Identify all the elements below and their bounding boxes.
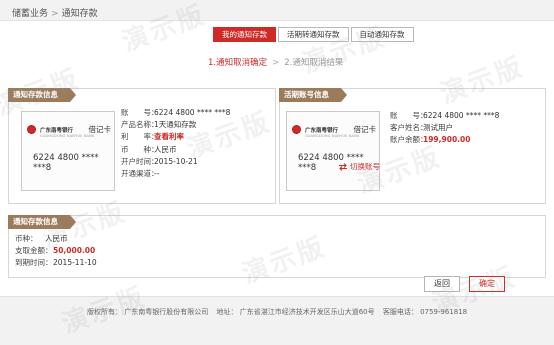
field-row: 产品名称： 1天通知存款 bbox=[121, 118, 230, 130]
field-row: 利 率： 查看利率 bbox=[121, 131, 230, 143]
tab-my-notice-deposit[interactable]: 我的通知存款 bbox=[213, 27, 276, 42]
footer-info: 版权所有： 广东南粤银行股份有限公司 地址： 广东省湛江市经济技术开发区乐山大道… bbox=[87, 307, 473, 317]
view-rate-link[interactable]: 查看利率 bbox=[154, 131, 184, 142]
switch-account-link[interactable]: 切换账号 bbox=[338, 161, 380, 172]
field-label: 币种： bbox=[15, 233, 38, 243]
deposit-info-title: 通知存款信息 bbox=[8, 88, 76, 102]
step-separator: > bbox=[272, 58, 280, 68]
top-bar: 储蓄业务 > 通知存款 bbox=[0, 0, 554, 21]
withdraw-amount-value: 50,000.00 bbox=[53, 245, 96, 255]
card-bank-en: GUANGDONG NANYUE BANK bbox=[40, 134, 95, 138]
field-value: -- bbox=[154, 169, 160, 179]
card-bank-en: GUANGDONG NANYUE BANK bbox=[305, 134, 360, 138]
demo-watermark: 演示版 bbox=[298, 21, 391, 80]
field-label: 币 种： bbox=[121, 144, 159, 154]
step-indicator: 1.通知取消确定 >2.通知取消结果 bbox=[208, 56, 343, 68]
field-row: 币种： 人民币 bbox=[15, 232, 97, 244]
breadcrumb: 储蓄业务 > 通知存款 bbox=[12, 6, 98, 19]
step-cancel-confirm: 1.通知取消确定 bbox=[208, 58, 268, 68]
field-row: 开户时间： 2015-10-21 bbox=[121, 155, 230, 167]
footer-address: 地址： 广东省湛江市经济技术开发区乐山大道60号 bbox=[216, 308, 375, 316]
card-number: 6224 4800 **** ***8 bbox=[33, 153, 99, 173]
tab-current-to-notice[interactable]: 活期转通知存款 bbox=[278, 27, 349, 42]
field-row: 账 号： 6224 4800 **** ***8 bbox=[121, 106, 230, 118]
balance-value: 199,900.00 bbox=[423, 135, 471, 145]
current-bank-card: 广东南粤银行 借记卡 GUANGDONG NANYUE BANK 6224 48… bbox=[286, 111, 380, 191]
switch-arrows-icon bbox=[339, 162, 347, 171]
deposit-bank-card: 广东南粤银行 借记卡 GUANGDONG NANYUE BANK 6224 48… bbox=[21, 111, 115, 191]
switch-account-label: 切换账号 bbox=[350, 162, 380, 171]
current-fields: 账 号： 6224 4800 **** ***8 客户姓名： 测试用户 账户余额： 1… bbox=[390, 109, 499, 146]
field-value: 人民币 bbox=[45, 233, 68, 243]
field-label: 支取金额： bbox=[15, 245, 53, 255]
bank-logo-icon bbox=[292, 125, 301, 134]
field-row: 币 种： 人民币 bbox=[121, 143, 230, 155]
field-label: 账户余额： bbox=[390, 135, 428, 145]
field-row: 账户余额： 199,900.00 bbox=[390, 134, 499, 146]
current-account-title: 活期账号信息 bbox=[279, 88, 347, 102]
footer-copyright: 版权所有： 广东南粤银行股份有限公司 bbox=[87, 308, 209, 316]
field-label: 开通渠道： bbox=[121, 169, 159, 179]
current-account-panel: 活期账号信息 广东南粤银行 借记卡 GUANGDONG NANYUE BANK … bbox=[279, 88, 546, 204]
withdraw-info-panel: 通知存款信息 币种： 人民币 支取金额： 50,000.00 到期时间： 2015-1… bbox=[8, 215, 546, 278]
field-value: 6224 4800 **** ***8 bbox=[154, 107, 231, 117]
footer: 版权所有： 广东南粤银行股份有限公司 地址： 广东省湛江市经济技术开发区乐山大道… bbox=[0, 296, 554, 345]
field-value: 2015-10-21 bbox=[154, 156, 198, 166]
card-bank-name: 广东南粤银行 bbox=[40, 127, 74, 134]
bank-logo-icon bbox=[27, 125, 36, 134]
tab-auto-notice-deposit[interactable]: 自动通知存款 bbox=[350, 27, 414, 42]
field-row: 账 号： 6224 4800 **** ***8 bbox=[390, 109, 499, 121]
field-label: 产品名称： bbox=[121, 119, 159, 129]
breadcrumb-separator: > bbox=[51, 9, 59, 19]
field-row: 开通渠道： -- bbox=[121, 167, 230, 179]
field-label: 开户时间： bbox=[121, 156, 159, 166]
field-label: 到期时间： bbox=[15, 258, 53, 268]
field-label: 利 率： bbox=[121, 132, 159, 142]
breadcrumb-current: 通知存款 bbox=[61, 9, 98, 19]
field-label: 账 号： bbox=[390, 110, 428, 120]
field-label: 账 号： bbox=[121, 107, 159, 117]
step-cancel-result: 2.通知取消结果 bbox=[284, 58, 344, 68]
field-row: 到期时间： 2015-11-10 bbox=[15, 257, 97, 269]
field-value: 6224 4800 **** ***8 bbox=[423, 110, 500, 120]
withdraw-fields: 币种： 人民币 支取金额： 50,000.00 到期时间： 2015-11-10 bbox=[15, 232, 97, 269]
withdraw-info-title: 通知存款信息 bbox=[8, 215, 76, 229]
field-value: 1天通知存款 bbox=[154, 119, 197, 129]
field-value: 测试用户 bbox=[423, 122, 453, 132]
deposit-info-panel: 通知存款信息 广东南粤银行 借记卡 GUANGDONG NANYUE BANK … bbox=[8, 88, 276, 204]
back-button[interactable]: 返回 bbox=[424, 276, 460, 292]
deposit-fields: 账 号： 6224 4800 **** ***8 产品名称： 1天通知存款 利 率：… bbox=[121, 106, 230, 180]
field-value: 人民币 bbox=[154, 144, 177, 154]
footer-hotline: 客服电话： 0759-961818 bbox=[382, 308, 468, 316]
card-bank-name: 广东南粤银行 bbox=[305, 127, 339, 134]
confirm-button[interactable]: 确定 bbox=[469, 276, 505, 292]
field-value: 2015-11-10 bbox=[53, 258, 97, 268]
field-label: 客户姓名： bbox=[390, 122, 428, 132]
field-row: 客户姓名： 测试用户 bbox=[390, 121, 499, 133]
field-row: 支取金额： 50,000.00 bbox=[15, 244, 97, 256]
deposit-tabs: 我的通知存款 活期转通知存款 自动通知存款 bbox=[213, 27, 416, 42]
breadcrumb-parent[interactable]: 储蓄业务 bbox=[12, 9, 48, 19]
